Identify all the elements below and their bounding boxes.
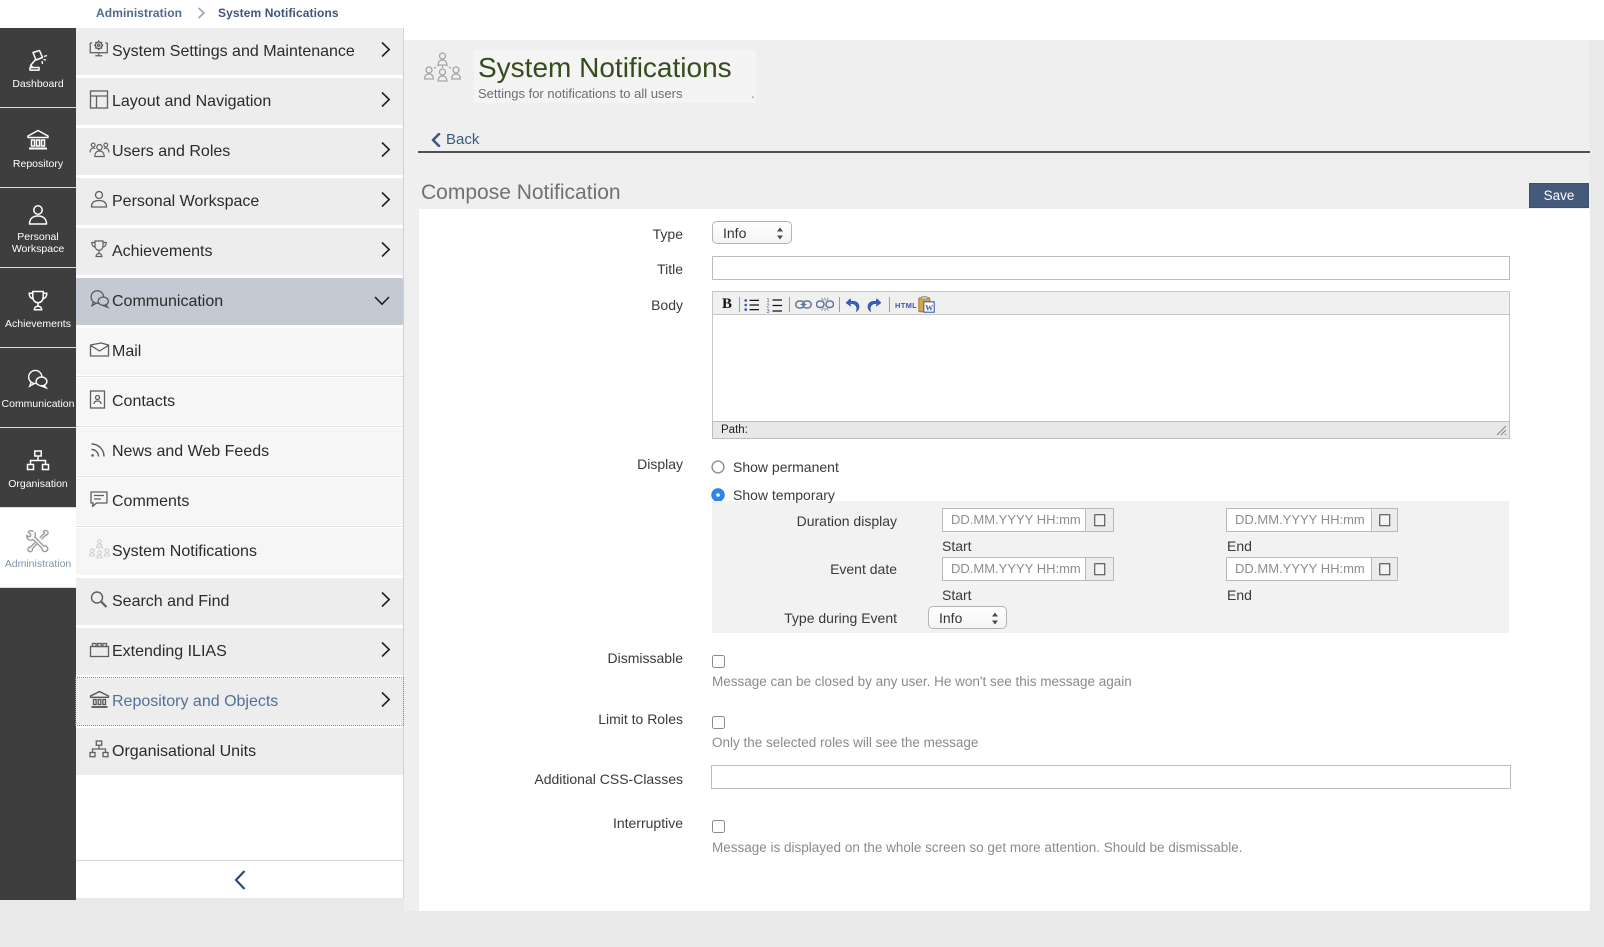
svg-text:W: W <box>925 303 933 312</box>
svg-text:3: 3 <box>767 309 770 313</box>
